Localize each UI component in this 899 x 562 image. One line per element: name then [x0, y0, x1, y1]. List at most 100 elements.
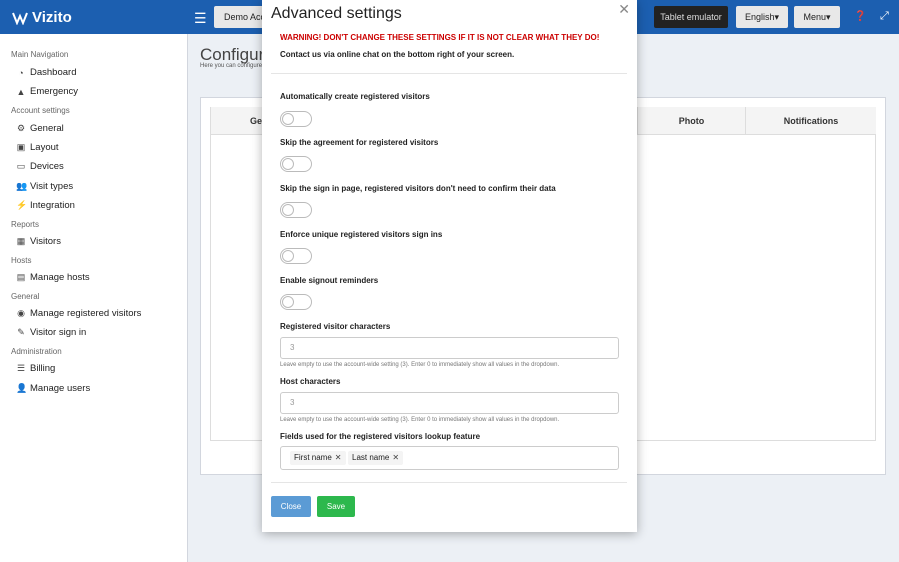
sidebar-item-label: Integration — [30, 200, 75, 211]
toggle-knob — [282, 250, 294, 262]
save-button[interactable]: Save — [317, 496, 355, 517]
host-characters-label: Host characters — [280, 377, 341, 386]
sidebar-item-visitor-sign-in[interactable]: ✎ Visitor sign in — [16, 327, 86, 338]
tag-first-name[interactable]: First name ✕ — [290, 451, 346, 465]
vizito-logo-icon — [12, 12, 28, 25]
remove-tag-icon[interactable]: ✕ — [392, 453, 399, 462]
sidebar-item-label: Visit types — [30, 181, 74, 192]
sidebar-item-label: Emergency — [30, 86, 79, 97]
image-icon: ▣ — [16, 142, 26, 152]
sidebar-item-manage-registered-visitors[interactable]: ◉ Manage registered visitors — [16, 308, 141, 319]
sidebar-item-dashboard[interactable]: ◔ Dashboard — [16, 67, 76, 78]
toggle-label: Skip the agreement for registered visito… — [280, 138, 439, 147]
toggle-knob — [282, 113, 294, 125]
language-dropdown[interactable]: English▾ — [736, 6, 788, 28]
sidebar-item-label: General — [30, 123, 64, 134]
lookup-fields-input[interactable]: First name ✕ Last name ✕ — [280, 446, 619, 470]
auto-create-visitors-toggle[interactable] — [280, 111, 312, 127]
warning-icon: ▲ — [16, 86, 26, 97]
tag-label: Last name — [352, 453, 390, 462]
table-icon: ▦ — [16, 236, 26, 246]
toggle-knob — [282, 158, 294, 170]
sidebar-item-label: Manage registered visitors — [30, 308, 142, 319]
registered-visitor-characters-label: Registered visitor characters — [280, 322, 391, 331]
caret-down-icon: ▾ — [825, 12, 831, 22]
brand-name: Vizito — [32, 9, 72, 26]
help-icon[interactable]: ❓ — [854, 11, 866, 22]
sidebar-item-devices[interactable]: ▭ Devices — [16, 161, 64, 172]
toggle-label: Automatically create registered visitors — [280, 92, 430, 101]
toggle-label: Skip the sign in page, registered visito… — [280, 184, 556, 193]
tag-last-name[interactable]: Last name ✕ — [348, 451, 404, 465]
plug-icon: ⚡ — [16, 200, 28, 210]
sidebar-header-administration: Administration — [11, 347, 62, 356]
remove-tag-icon[interactable]: ✕ — [335, 453, 342, 462]
sidebar-item-label: Dashboard — [30, 67, 77, 78]
list-icon: ☰ — [16, 363, 26, 373]
menu-dropdown[interactable]: Menu▾ — [794, 6, 840, 28]
close-icon[interactable]: ✕ — [618, 1, 630, 18]
caret-down-icon: ▾ — [774, 12, 780, 22]
signout-reminders-toggle[interactable] — [280, 294, 312, 310]
user-plus-icon: 👤 — [16, 383, 28, 393]
toggle-label: Enable signout reminders — [280, 276, 379, 285]
column-header: Notifications — [745, 107, 876, 135]
sidebar-item-label: Devices — [30, 161, 64, 172]
warning-text: WARNING! DON'T CHANGE THESE SETTINGS IF … — [280, 33, 600, 42]
sidebar-item-label: Billing — [30, 363, 56, 374]
sidebar-item-integration[interactable]: ⚡ Integration — [16, 200, 75, 211]
tablet-icon: ▭ — [16, 161, 26, 171]
hamburger-menu-icon[interactable]: ☰ — [194, 10, 207, 27]
page-subtitle: Here you can configure — [200, 63, 263, 69]
toggle-label: Enforce unique registered visitors sign … — [280, 230, 443, 239]
sidebar: Main Navigation ◔ Dashboard ▲ Emergency Ac… — [0, 34, 188, 562]
enforce-unique-sign-ins-toggle[interactable] — [280, 248, 312, 264]
lookup-fields-label: Fields used for the registered visitors … — [280, 432, 481, 441]
sidebar-item-manage-users[interactable]: 👤 Manage users — [16, 383, 90, 394]
dashboard-icon: ◔ — [18, 67, 24, 78]
pencil-icon: ✎ — [17, 327, 25, 337]
skip-agreement-toggle[interactable] — [280, 156, 312, 172]
skip-sign-in-page-toggle[interactable] — [280, 202, 312, 218]
help-text: Leave empty to use the account-wide sett… — [280, 417, 560, 423]
sidebar-item-emergency[interactable]: ▲ Emergency — [16, 86, 79, 97]
sidebar-item-billing[interactable]: ☰ Billing — [16, 363, 55, 374]
sidebar-item-visitors[interactable]: ▦ Visitors — [16, 236, 61, 247]
sidebar-item-label: Visitor sign in — [30, 327, 87, 338]
toggle-knob — [282, 204, 294, 216]
sidebar-header-main-navigation: Main Navigation — [11, 50, 69, 59]
menu-label: Menu — [803, 12, 826, 22]
language-label: English — [744, 12, 775, 22]
sidebar-item-label: Manage hosts — [30, 272, 90, 283]
close-button[interactable]: Close — [271, 496, 311, 517]
sidebar-header-account-settings: Account settings — [11, 106, 70, 115]
advanced-settings-modal: Advanced settings ✕ WARNING! DON'T CHANG… — [262, 0, 637, 532]
sidebar-item-visit-types[interactable]: 👥 Visit types — [16, 181, 73, 192]
sidebar-item-general[interactable]: ⚙ General — [16, 123, 64, 134]
sidebar-item-label: Layout — [30, 142, 59, 153]
help-text: Leave empty to use the account-wide sett… — [280, 362, 560, 368]
contact-text: Contact us via online chat on the bottom… — [280, 50, 515, 59]
tag-label: First name — [294, 453, 332, 462]
users-icon: 👥 — [16, 181, 28, 191]
registered-visitor-characters-input[interactable]: 3 — [280, 337, 619, 359]
sidebar-item-layout[interactable]: ▣ Layout — [16, 142, 59, 153]
divider — [271, 482, 627, 483]
sidebar-header-general: General — [11, 292, 40, 301]
expand-icon[interactable]: ⤢ — [880, 10, 889, 23]
gear-icon: ⚙ — [16, 123, 26, 133]
building-icon: ▤ — [16, 272, 26, 282]
sidebar-header-hosts: Hosts — [11, 256, 32, 265]
brand-logo[interactable]: Vizito — [12, 9, 72, 26]
modal-title: Advanced settings — [271, 5, 402, 22]
sidebar-item-label: Visitors — [30, 236, 61, 247]
circle-icon: ◉ — [17, 308, 25, 318]
toggle-knob — [282, 296, 294, 308]
sidebar-item-label: Manage users — [30, 383, 91, 394]
sidebar-item-manage-hosts[interactable]: ▤ Manage hosts — [16, 272, 90, 283]
sidebar-header-reports: Reports — [11, 220, 40, 229]
divider — [271, 73, 627, 74]
host-characters-input[interactable]: 3 — [280, 392, 619, 414]
tablet-emulator-button[interactable]: Tablet emulator — [654, 6, 728, 28]
column-header: Photo — [637, 107, 745, 135]
